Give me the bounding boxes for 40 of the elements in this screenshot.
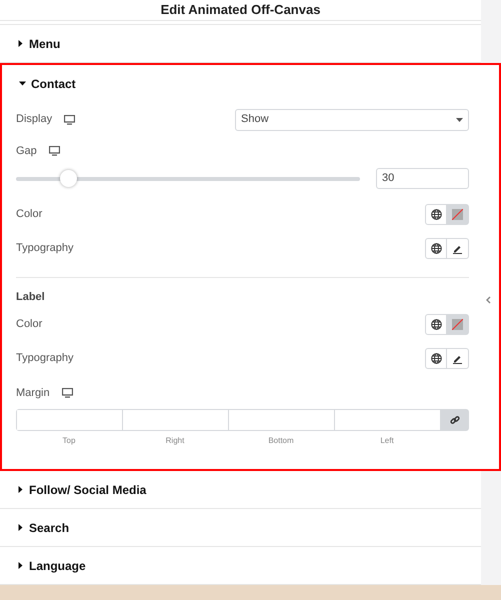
slider-thumb[interactable]	[60, 170, 77, 186]
section-header[interactable]: Contact	[2, 65, 499, 102]
globe-icon	[430, 208, 442, 220]
dimension-label: Left	[379, 435, 395, 447]
caret-right-icon	[17, 524, 24, 531]
number-input[interactable]: 30	[376, 168, 469, 188]
caret-right-icon	[17, 40, 24, 47]
caret-right-icon	[17, 562, 24, 569]
dimension-label: Bottom	[267, 435, 295, 447]
color-picker-button[interactable]	[447, 314, 468, 334]
display-select[interactable]: Show	[235, 108, 469, 130]
section-header[interactable]: Search	[0, 509, 481, 546]
section-header[interactable]: Follow/ Social Media	[0, 471, 481, 508]
globe-icon	[430, 318, 442, 330]
control-label: Typography	[16, 240, 74, 256]
dimension-label: Top	[62, 435, 76, 447]
link-icon	[450, 415, 460, 425]
no-color-icon	[452, 208, 463, 220]
caret-down-icon	[19, 80, 26, 87]
no-color-icon	[452, 318, 463, 330]
control-label: Margin	[16, 386, 50, 401]
control-label: Color	[16, 206, 42, 222]
section-header[interactable]: Menu	[0, 25, 481, 62]
dimension-label: Right	[164, 435, 186, 447]
globe-icon	[430, 242, 442, 254]
section-heading: Label	[16, 290, 45, 306]
link-button[interactable]	[441, 410, 468, 430]
color-picker-button[interactable]	[447, 204, 468, 224]
globe-icon	[430, 352, 442, 364]
control-label: Display	[16, 112, 52, 128]
panel-title: Edit Animated Off-Canvas	[160, 1, 320, 19]
slider-track[interactable]	[16, 170, 360, 186]
control-label: Color	[16, 316, 42, 332]
caret-down-icon	[456, 118, 463, 122]
control-label: Gap	[16, 144, 37, 159]
caret-right-icon	[17, 486, 24, 493]
dimension-input[interactable]	[17, 410, 123, 430]
section-header[interactable]: Language	[0, 547, 481, 584]
control-label: Typography	[16, 350, 74, 366]
chevron-left-icon	[485, 296, 491, 304]
